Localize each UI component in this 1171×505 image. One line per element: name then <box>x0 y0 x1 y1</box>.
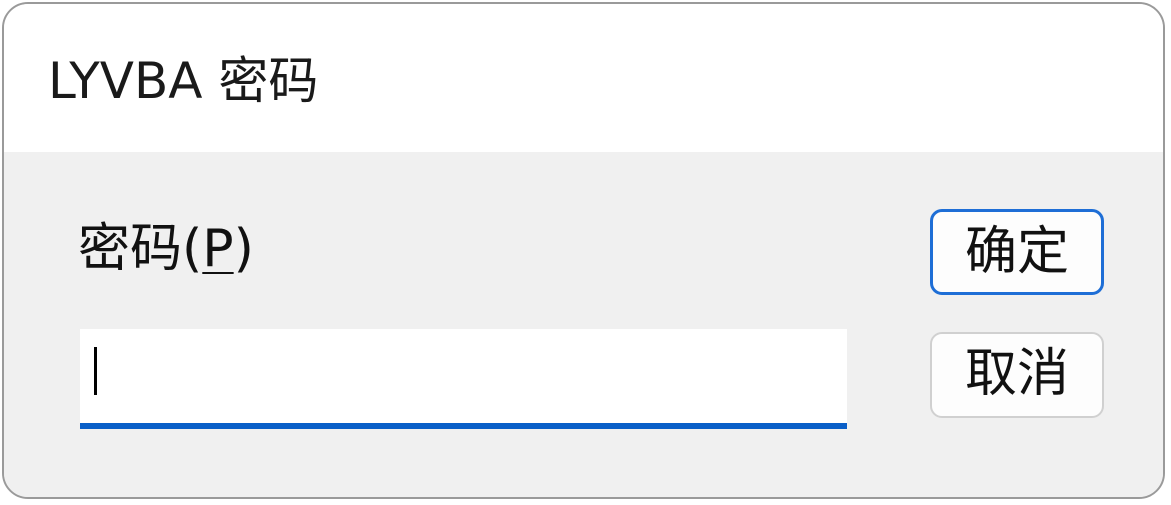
title-bar[interactable]: LYVBA 密码 <box>4 4 1163 152</box>
dialog-body: 密码(P) 确定 取消 <box>4 152 1163 497</box>
password-label-close: ) <box>233 219 254 279</box>
cancel-button[interactable]: 取消 <box>930 332 1104 418</box>
password-label: 密码(P) <box>78 214 254 284</box>
password-dialog: LYVBA 密码 密码(P) 确定 取消 <box>2 2 1165 499</box>
text-caret <box>94 347 97 395</box>
dialog-title: LYVBA 密码 <box>48 52 319 110</box>
password-label-mnemonic: P <box>202 219 234 279</box>
password-label-text: 密码( <box>78 219 203 279</box>
password-input[interactable] <box>80 329 847 429</box>
ok-button[interactable]: 确定 <box>930 209 1104 295</box>
